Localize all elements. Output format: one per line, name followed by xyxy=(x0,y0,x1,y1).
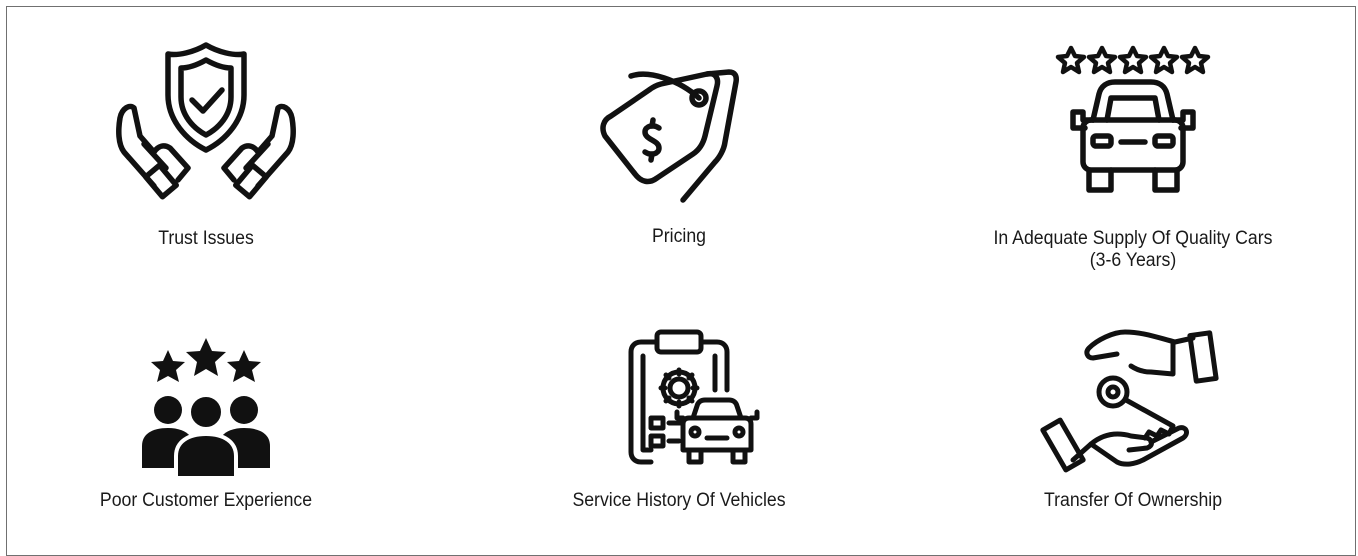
price-tag-icon xyxy=(600,69,739,203)
key-handover-icon xyxy=(1040,329,1219,473)
tile-pricing: Pricing xyxy=(499,62,859,248)
tile-quality-cars: In Adequate Supply Of Quality Cars (3-6 … xyxy=(953,40,1313,272)
shield-hands-icon xyxy=(116,42,296,200)
car-rating-icon xyxy=(1055,45,1211,193)
tile-trust-issues: Trust Issues xyxy=(26,40,386,250)
tile-customer-experience: Poor Customer Experience xyxy=(26,332,386,512)
item-label: Pricing xyxy=(651,226,706,247)
rating-stars xyxy=(1055,45,1211,75)
item-label: In Adequate Supply Of Quality Cars (3-6 … xyxy=(993,228,1273,271)
tile-service-history: Service History Of Vehicles xyxy=(499,326,859,512)
item-label: Transfer Of Ownership xyxy=(1043,490,1223,511)
customer-rating-icon xyxy=(142,338,270,480)
service-history-icon xyxy=(628,329,760,465)
tile-transfer-ownership: Transfer Of Ownership xyxy=(953,326,1313,512)
item-label: Trust Issues xyxy=(158,228,254,249)
item-label: Poor Customer Experience xyxy=(99,490,313,511)
item-label: Service History Of Vehicles xyxy=(572,490,786,511)
